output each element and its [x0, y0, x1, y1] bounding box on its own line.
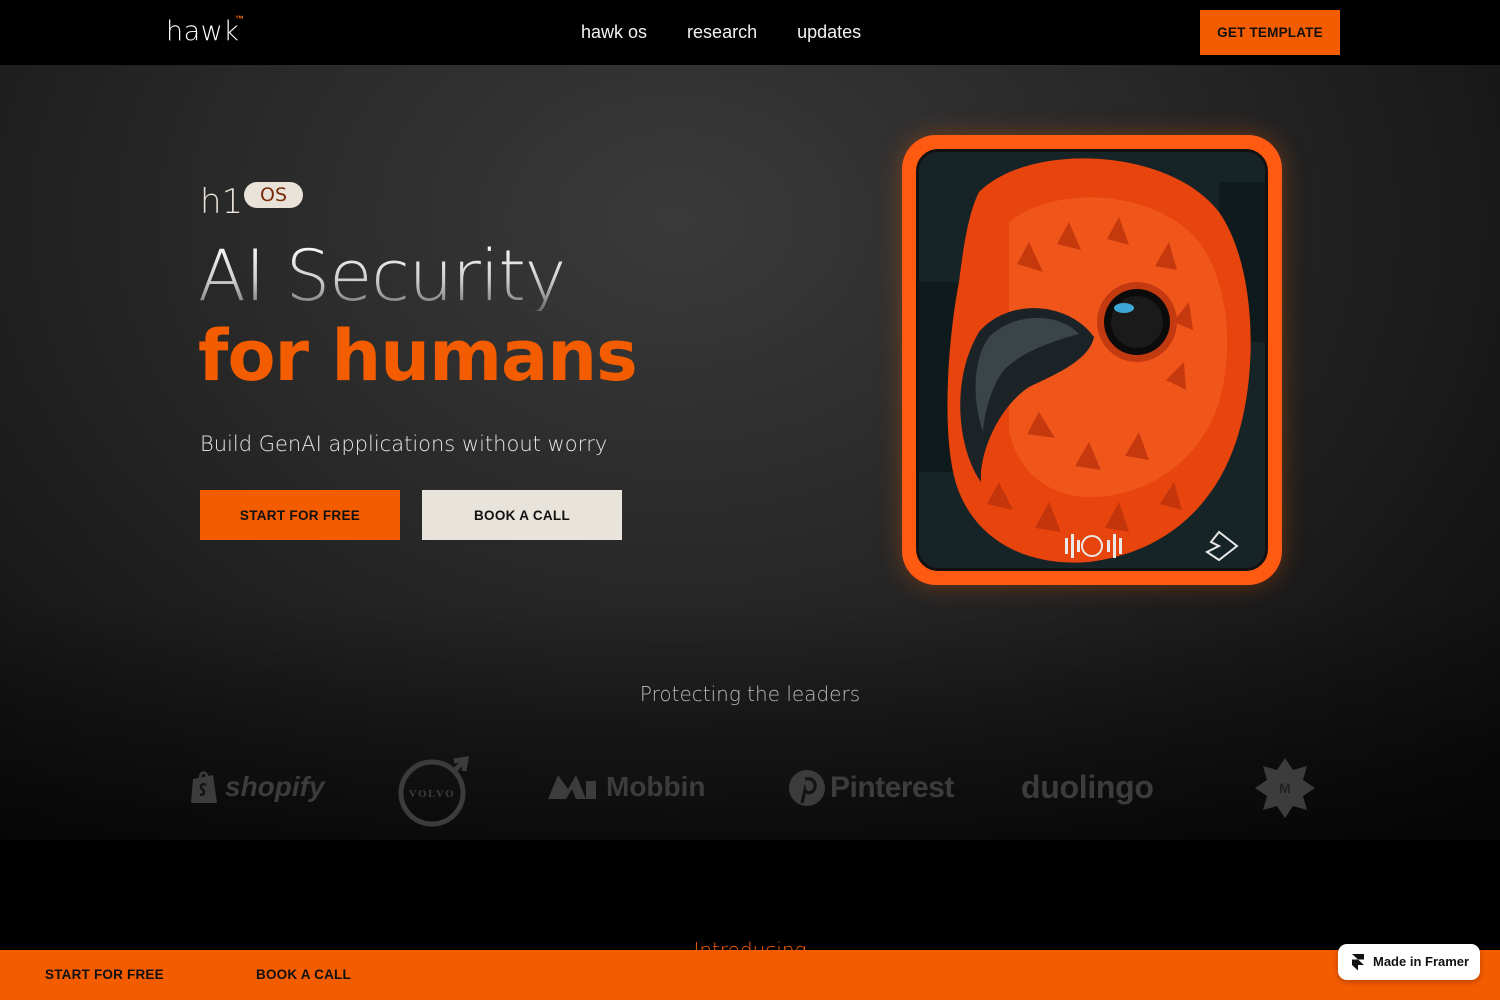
customer-logos: shopify VOLVO Mobbin Pinterest duolingo …	[0, 753, 1500, 829]
volvo-logo: VOLVO	[398, 755, 470, 827]
nav-link-research[interactable]: research	[687, 22, 757, 43]
pinterest-logo: Pinterest	[788, 769, 954, 807]
hawk-illustration	[919, 152, 1265, 568]
start-for-free-button[interactable]: START FOR FREE	[200, 490, 400, 540]
hawk-card-inner	[916, 149, 1268, 571]
mobbin-wordmark: Mobbin	[606, 771, 706, 802]
made-in-framer-badge[interactable]: Made in Framer	[1338, 944, 1480, 980]
nav-links: hawk os research updates	[581, 22, 861, 43]
mobbin-mark-icon	[548, 775, 596, 799]
m-brand-logo: M	[1254, 757, 1316, 819]
leaders-title: Protecting the leaders	[639, 682, 861, 706]
mobbin-logo: Mobbin	[546, 771, 706, 803]
shopify-wordmark: shopify	[225, 771, 325, 802]
pinterest-wordmark: Pinterest	[830, 771, 954, 804]
hero-subheadline: Build GenAI applications without worry	[200, 432, 608, 456]
trademark-mark: ™	[235, 14, 244, 24]
book-a-call-button[interactable]: BOOK A CALL	[422, 490, 622, 540]
headline-primary: AI Security	[198, 235, 566, 317]
hawk-card-image	[902, 135, 1282, 585]
headline-accent: for humans	[198, 315, 638, 397]
product-prefix: h1	[200, 182, 244, 222]
volvo-wordmark: VOLVO	[409, 788, 455, 800]
nav-link-hawk-os[interactable]: hawk os	[581, 22, 647, 43]
top-nav: hawk ™ hawk os research updates GET TEMP…	[0, 0, 1500, 65]
shopify-logo: shopify	[189, 769, 325, 805]
pinterest-p-icon	[789, 770, 825, 806]
bottom-book-a-call-link[interactable]: BOOK A CALL	[256, 967, 351, 982]
os-badge: OS	[244, 182, 303, 208]
nav-link-updates[interactable]: updates	[797, 22, 861, 43]
sticky-bottom-bar: START FOR FREE BOOK A CALL	[0, 950, 1500, 1000]
m-star-emblem-icon: M	[1255, 758, 1315, 818]
volvo-emblem-icon: VOLVO	[398, 755, 470, 827]
get-template-button[interactable]: GET TEMPLATE	[1200, 10, 1340, 55]
m-brand-letter: M	[1279, 780, 1291, 796]
framer-badge-label: Made in Framer	[1373, 954, 1470, 969]
hero-section: h1 OS AI Security for humans Build GenAI…	[0, 65, 1500, 840]
bottom-start-for-free-link[interactable]: START FOR FREE	[45, 967, 164, 982]
framer-icon	[1352, 954, 1364, 971]
hawk-logo[interactable]: hawk	[166, 16, 239, 47]
duolingo-wordmark: duolingo	[1021, 769, 1154, 805]
duolingo-logo: duolingo	[1021, 769, 1154, 806]
shopify-bag-icon	[191, 771, 217, 803]
